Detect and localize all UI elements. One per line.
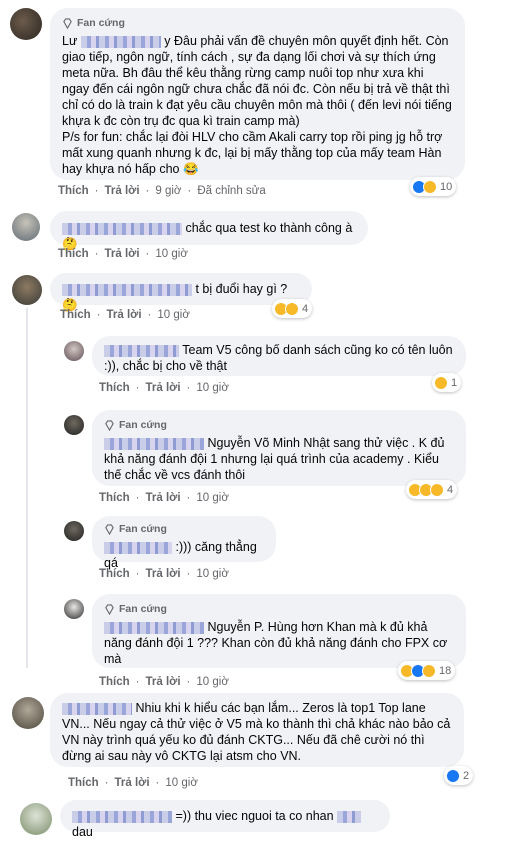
like-link[interactable]: Thích (58, 248, 89, 260)
avatar[interactable] (20, 803, 52, 835)
comment-actions: Thích · Trả lời · 10 giờ (99, 676, 229, 688)
redacted-name (62, 702, 132, 715)
timestamp[interactable]: 10 giờ (165, 777, 197, 789)
reply-link[interactable]: Trả lời (146, 568, 181, 580)
comment-bubble: Fan cứng Nguyễn Võ Minh Nhật sang thử vi… (92, 410, 466, 486)
fan-badge: Fan cứng (104, 601, 454, 617)
comment-actions: Thích · Trả lời · 10 giờ (99, 492, 229, 504)
comment-bubble: =)) thu viec nguoi ta co nhan dau (60, 800, 390, 839)
haha-reaction-icon (423, 179, 437, 194)
fan-badge: Fan cứng (62, 15, 453, 31)
timestamp[interactable]: 10 giờ (196, 676, 228, 688)
reply-link[interactable]: Trả lời (146, 676, 181, 688)
like-link[interactable]: Thích (99, 676, 130, 688)
timestamp[interactable]: 10 giờ (155, 248, 187, 260)
avatar[interactable] (64, 599, 84, 619)
reply-link[interactable]: Trả lời (105, 185, 140, 197)
reply-thread-line (26, 308, 28, 668)
reply-link[interactable]: Trả lời (105, 248, 140, 260)
reaction-summary[interactable]: 10 (410, 177, 457, 196)
comment-text: =)) thu viec nguoi ta co nhan dau (72, 808, 378, 840)
comment-bubble: chắc qua test ko thành công à 🤔 (50, 211, 368, 251)
reaction-summary[interactable]: 18 (398, 661, 456, 680)
comment-bubble: Fan cứng Nguyễn P. Hùng hơn Khan mà k đủ… (92, 594, 466, 668)
comment-text: Lư y Đâu phải vấn đề chuyên môn quyết đị… (62, 34, 452, 128)
avatar[interactable] (64, 521, 84, 541)
avatar[interactable] (12, 275, 42, 305)
timestamp[interactable]: 10 giờ (196, 492, 228, 504)
redacted-name (80, 35, 161, 48)
timestamp[interactable]: 9 giờ (155, 185, 181, 197)
comment-actions: Thích · Trả lời · 9 giờ · Đã chỉnh sửa (58, 185, 266, 197)
redacted-name (62, 222, 182, 235)
reply-link[interactable]: Trả lời (146, 382, 181, 394)
comment-text-ps: P/s for fun: chắc lại đòi HLV cho cầm Ak… (62, 130, 443, 176)
reaction-summary[interactable]: 4 (406, 480, 458, 499)
reply-link[interactable]: Trả lời (115, 777, 150, 789)
comment-text: Team V5 công bố danh sách cũng ko có tên… (104, 343, 453, 373)
timestamp[interactable]: 10 giờ (196, 568, 228, 580)
wow-reaction-icon (285, 301, 299, 316)
fan-badge: Fan cứng (104, 417, 454, 433)
reaction-summary[interactable]: 4 (272, 299, 313, 318)
comment-actions: Thích · Trả lời · 10 giờ (68, 777, 198, 789)
like-link[interactable]: Thích (68, 777, 99, 789)
comment-text: :))) căng thẳng qá (104, 540, 257, 570)
avatar[interactable] (12, 213, 40, 241)
like-reaction-icon (446, 768, 460, 783)
comment-actions: Thích · Trả lời · 10 giờ (99, 382, 229, 394)
redacted-name (104, 541, 172, 554)
fan-badge: Fan cứng (104, 521, 264, 537)
reply-link[interactable]: Trả lời (146, 492, 181, 504)
haha-reaction-icon (430, 482, 444, 497)
diamond-icon (105, 523, 114, 535)
comment-bubble: Team V5 công bố danh sách cũng ko có tên… (92, 336, 466, 376)
redacted-word (337, 810, 362, 823)
comment-bubble: Nhiu khi k hiểu các bạn lắm... Zeros là … (50, 693, 464, 767)
comment-bubble: Fan cứng :))) căng thẳng qá (92, 516, 276, 570)
redacted-name (72, 810, 172, 823)
avatar[interactable] (10, 8, 42, 40)
comment-bubble: Fan cứng Lư y Đâu phải vấn đề chuyên môn… (50, 8, 465, 180)
reply-link[interactable]: Trả lời (107, 309, 142, 321)
redacted-name (104, 437, 204, 450)
redacted-name (62, 283, 192, 296)
diamond-icon (105, 419, 114, 431)
like-link[interactable]: Thích (99, 568, 130, 580)
comment-text: Nguyễn Võ Minh Nhật sang thử việc . K đủ… (104, 436, 445, 482)
comment-actions: Thích · Trả lời · 10 giờ (58, 248, 188, 260)
comment-text: Nguyễn P. Hùng hơn Khan mà k đủ khả năng… (104, 620, 448, 666)
timestamp[interactable]: 10 giờ (196, 382, 228, 394)
reaction-summary[interactable]: 1 (432, 373, 462, 392)
redacted-name (104, 344, 179, 357)
avatar[interactable] (64, 341, 84, 361)
comment-actions: Thích · Trả lời · 10 giờ (99, 568, 229, 580)
avatar[interactable] (64, 415, 84, 435)
comment-text: Nhiu khi k hiểu các bạn lắm... Zeros là … (62, 701, 451, 763)
diamond-icon (105, 603, 114, 615)
comment-actions: Thích · Trả lời · 10 giờ (60, 309, 190, 321)
wow-reaction-icon (422, 663, 436, 678)
redacted-name (104, 621, 204, 634)
reaction-summary[interactable]: 2 (444, 766, 474, 785)
like-link[interactable]: Thích (58, 185, 89, 197)
haha-reaction-icon (434, 375, 448, 390)
timestamp[interactable]: 10 giờ (157, 309, 189, 321)
like-link[interactable]: Thích (99, 382, 130, 394)
comment-bubble: t bị đuổi hay gì ? 🤔 (50, 273, 312, 312)
like-link[interactable]: Thích (60, 309, 91, 321)
like-link[interactable]: Thích (99, 492, 130, 504)
edited-label: Đã chỉnh sửa (197, 185, 266, 197)
diamond-icon (63, 17, 72, 29)
avatar[interactable] (12, 697, 44, 729)
